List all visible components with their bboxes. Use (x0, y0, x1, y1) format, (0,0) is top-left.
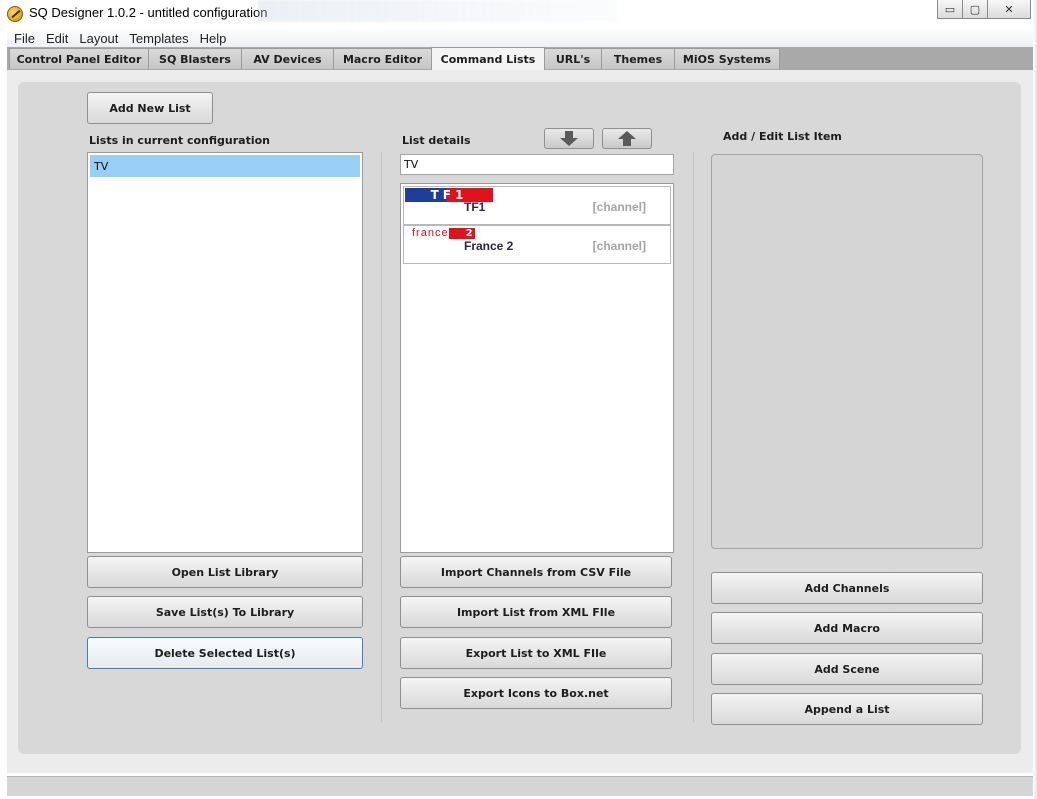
list-details-label: List details (402, 134, 471, 147)
tab-av-devices[interactable]: AV Devices (241, 48, 334, 69)
append-list-button[interactable]: Append a List (711, 693, 983, 725)
window-title: SQ Designer 1.0.2 - untitled configurati… (29, 5, 268, 20)
export-list-xml-button[interactable]: Export List to XML FIle (400, 637, 672, 669)
list-item[interactable]: TV (90, 155, 360, 177)
tab-sq-blasters[interactable]: SQ Blasters (148, 48, 242, 69)
move-up-button[interactable] (602, 128, 652, 149)
lists-listbox[interactable]: TV (87, 152, 363, 553)
tab-control-panel-editor[interactable]: Control Panel Editor (9, 48, 149, 69)
minimize-button[interactable]: ▭ (937, 0, 963, 19)
list-name-input[interactable]: TV (400, 154, 674, 175)
save-lists-to-library-button[interactable]: Save List(s) To Library (87, 596, 363, 628)
minimize-icon: ▭ (944, 2, 956, 16)
france2-logo: france 2 (412, 227, 475, 239)
column-separator-left (381, 152, 382, 722)
arrow-up-icon (618, 130, 636, 146)
add-macro-button[interactable]: Add Macro (711, 612, 983, 644)
channel-name: TF1 (464, 200, 486, 214)
tab-themes[interactable]: Themes (601, 48, 675, 69)
maximize-icon: ▢ (969, 2, 981, 16)
tab-macro-editor[interactable]: Macro Editor (333, 48, 432, 69)
import-channels-csv-button[interactable]: Import Channels from CSV File (400, 556, 672, 588)
tab-strip: Control Panel Editor SQ Blasters AV Devi… (7, 47, 1033, 70)
title-bar: SQ Designer 1.0.2 - untitled configurati… (0, 0, 1037, 28)
menu-templates[interactable]: Templates (129, 31, 188, 46)
add-scene-button[interactable]: Add Scene (711, 653, 983, 685)
channel-type: [channel] (592, 200, 646, 214)
background-window-ghost (258, 0, 618, 22)
export-icons-box-button[interactable]: Export Icons to Box.net (400, 677, 672, 709)
menu-edit[interactable]: Edit (46, 31, 68, 46)
list-item-editor-area (711, 154, 983, 549)
app-pencil-icon (7, 6, 23, 22)
open-list-library-button[interactable]: Open List Library (87, 556, 363, 588)
lists-in-configuration-label: Lists in current configuration (89, 134, 271, 147)
channel-name: France 2 (464, 239, 514, 253)
arrow-down-icon (560, 130, 578, 146)
menu-file[interactable]: File (14, 31, 35, 46)
maximize-button[interactable]: ▢ (962, 0, 988, 19)
tab-urls[interactable]: URL's (544, 48, 602, 69)
add-channels-button[interactable]: Add Channels (711, 572, 983, 604)
menu-layout[interactable]: Layout (79, 31, 118, 46)
france2-logo-text: france (412, 227, 449, 239)
channel-row-france2[interactable]: france 2 France 2 [channel] (403, 225, 671, 264)
status-bar (7, 776, 1033, 796)
window-controls: ▭ ▢ ✕ (937, 0, 1031, 19)
france2-logo-mark: 2 (448, 227, 475, 239)
desktop-edge (1033, 0, 1037, 799)
channel-listbox[interactable]: TF1 TF1 [channel] france 2 France 2 [cha… (400, 183, 674, 553)
add-edit-list-item-label: Add / Edit List Item (723, 130, 842, 143)
delete-selected-lists-button[interactable]: Delete Selected List(s) (87, 637, 363, 669)
channel-row-tf1[interactable]: TF1 TF1 [channel] (403, 186, 671, 225)
import-list-xml-button[interactable]: Import List from XML FIle (400, 596, 672, 628)
channel-type: [channel] (592, 239, 646, 253)
menu-bar: File Edit Layout Templates Help (7, 29, 1033, 47)
close-button[interactable]: ✕ (987, 0, 1031, 19)
column-separator-right (693, 152, 694, 722)
menu-help[interactable]: Help (200, 31, 227, 46)
move-down-button[interactable] (544, 128, 594, 149)
close-icon: ✕ (1004, 2, 1014, 16)
tab-command-lists[interactable]: Command Lists (431, 47, 545, 70)
add-new-list-button[interactable]: Add New List (87, 92, 213, 124)
tab-mios-systems[interactable]: MiOS Systems (674, 48, 780, 69)
